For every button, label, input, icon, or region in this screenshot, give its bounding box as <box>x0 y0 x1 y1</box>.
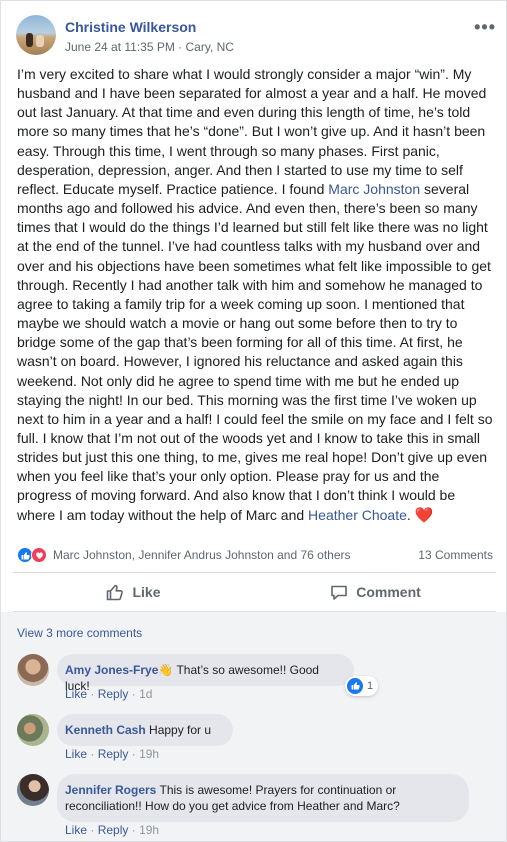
comment-button-label: Comment <box>356 584 421 600</box>
commenter-name[interactable]: Amy Jones-Frye <box>65 663 158 677</box>
post-text-part: . <box>406 506 411 523</box>
comment-actions: Like · Reply · 19h <box>65 747 159 761</box>
commenter-name[interactable]: Kenneth Cash <box>65 723 146 737</box>
reactions-bar: Marc Johnston, Jennifer Andrus Johnston … <box>17 547 493 563</box>
reaction-icons[interactable] <box>17 547 51 563</box>
heart-emoji-icon: ❤️ <box>414 506 434 524</box>
more-options-icon[interactable]: ••• <box>474 17 496 38</box>
comment-time[interactable]: 19h <box>139 747 159 761</box>
post-text-part: several months ago and followed his advi… <box>17 180 493 523</box>
comment-icon <box>330 583 348 601</box>
commenter-avatar[interactable] <box>17 774 49 806</box>
comments-section: View 3 more comments Amy Jones-Frye👋 Tha… <box>1 612 506 841</box>
separator: · <box>90 687 95 701</box>
post-card: Christine Wilkerson June 24 at 11:35 PM … <box>0 0 507 842</box>
comment-reply-link[interactable]: Reply <box>98 823 129 837</box>
comments-count[interactable]: 13 Comments <box>418 548 493 562</box>
comment-text: Happy for u <box>149 723 212 737</box>
separator: · <box>90 823 95 837</box>
commenter-name[interactable]: Jennifer Rogers <box>65 783 156 797</box>
like-reaction-icon <box>347 678 363 694</box>
wave-emoji-icon: 👋 <box>158 663 174 677</box>
separator: · <box>131 747 136 761</box>
author-avatar[interactable] <box>16 15 56 55</box>
love-reaction-icon <box>31 547 47 563</box>
post-actions: Like Comment <box>13 575 496 609</box>
comment-bubble: Amy Jones-Frye👋 That’s so awesome!! Good… <box>57 654 354 693</box>
separator: · <box>131 687 136 701</box>
separator: · <box>90 747 95 761</box>
comment-time[interactable]: 19h <box>139 823 159 837</box>
like-button[interactable]: Like <box>13 575 254 609</box>
commenter-avatar[interactable] <box>17 714 49 746</box>
comment-bubble: Jennifer Rogers This is awesome! Prayers… <box>57 774 469 822</box>
view-more-comments-link[interactable]: View 3 more comments <box>17 626 142 640</box>
comment-reply-link[interactable]: Reply <box>98 747 129 761</box>
mention-link-heather-choate[interactable]: Heather Choate <box>308 507 407 523</box>
post-header: Christine Wilkerson June 24 at 11:35 PM … <box>16 15 496 59</box>
comment-like-count-badge[interactable]: 1 <box>345 676 379 696</box>
post-body: I’m very excited to share what I would s… <box>17 65 495 525</box>
comment-bubble: Kenneth Cash Happy for u <box>57 714 233 746</box>
comment-time[interactable]: 1d <box>139 687 152 701</box>
comment-like-link[interactable]: Like <box>65 687 87 701</box>
separator: · <box>131 823 136 837</box>
commenter-avatar[interactable] <box>17 654 49 686</box>
thumbs-up-icon <box>106 583 124 601</box>
like-count: 1 <box>367 680 374 692</box>
divider <box>13 572 496 573</box>
comment-like-link[interactable]: Like <box>65 823 87 837</box>
comment-button[interactable]: Comment <box>255 575 496 609</box>
like-button-label: Like <box>132 584 161 600</box>
post-text-part: I’m very excited to share what I would s… <box>17 66 487 197</box>
mention-link-marc-johnston[interactable]: Marc Johnston <box>328 181 420 197</box>
comment-actions: Like · Reply · 19h <box>65 823 159 837</box>
comment-reply-link[interactable]: Reply <box>98 687 129 701</box>
comment-like-link[interactable]: Like <box>65 747 87 761</box>
post-timestamp-location[interactable]: June 24 at 11:35 PM · Cary, NC <box>65 40 234 54</box>
author-name[interactable]: Christine Wilkerson <box>65 19 196 35</box>
reaction-names[interactable]: Marc Johnston, Jennifer Andrus Johnston … <box>53 548 351 562</box>
comment-actions: Like · Reply · 1d <box>65 687 152 701</box>
